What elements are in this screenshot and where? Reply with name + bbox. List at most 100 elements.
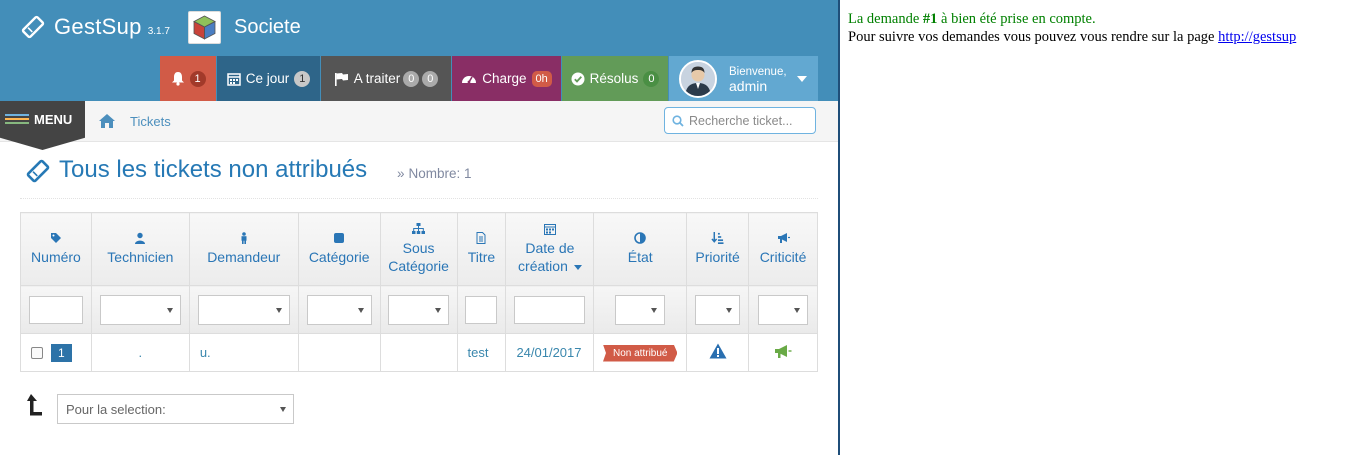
col-header-priorite[interactable]: Priorité bbox=[686, 212, 750, 286]
header-label: Numéro bbox=[31, 249, 81, 265]
todo-badge-1: 0 bbox=[403, 70, 420, 87]
user-greeting: Bienvenue, bbox=[729, 65, 787, 78]
cell-etat: Non attribué bbox=[593, 333, 688, 372]
col-header-categorie[interactable]: Catégorie bbox=[297, 212, 381, 286]
ticket-icon bbox=[26, 159, 50, 183]
filter-cell-etat bbox=[593, 285, 688, 334]
ticket-number-badge[interactable]: 1 bbox=[51, 343, 72, 362]
todo-button[interactable]: A traiter 0 0 bbox=[321, 56, 451, 101]
col-header-criticite[interactable]: Criticité bbox=[748, 212, 818, 286]
today-badge: 1 bbox=[294, 70, 311, 87]
cell-date: 24/01/2017 bbox=[505, 333, 595, 372]
user-menu[interactable]: Bienvenue, admin bbox=[669, 56, 818, 101]
filter-demandeur-select[interactable] bbox=[197, 294, 290, 325]
header-label: Criticité bbox=[759, 249, 807, 265]
header-label: Catégorie bbox=[308, 249, 370, 265]
sort-amount-icon bbox=[711, 232, 724, 244]
avatar bbox=[679, 59, 717, 98]
load-badge: 0h bbox=[531, 70, 552, 87]
confirmation-after: à bien été prise en compte. bbox=[937, 11, 1096, 27]
filter-etat-select[interactable] bbox=[615, 294, 666, 325]
bullhorn-icon bbox=[777, 233, 790, 243]
solved-button[interactable]: Résolus 0 bbox=[562, 56, 668, 101]
today-button[interactable]: Ce jour 1 bbox=[217, 56, 320, 101]
search-input[interactable] bbox=[689, 112, 811, 130]
user-icon bbox=[135, 232, 146, 244]
follow-message: Pour suivre vos demandes vous pouvez vou… bbox=[848, 28, 1363, 46]
breadcrumb-bar: MENU Tickets bbox=[0, 101, 838, 150]
filter-sous-categorie-select[interactable] bbox=[388, 294, 450, 325]
menu-label: MENU bbox=[34, 112, 73, 127]
col-header-technicien[interactable]: Technicien bbox=[90, 212, 190, 286]
check-circle-icon bbox=[571, 72, 585, 85]
notifications-button[interactable]: 1 bbox=[160, 56, 216, 101]
bell-icon bbox=[171, 72, 184, 86]
gestsup-frame: GestSup 3.1.7 Societe 1 Ce jour 1 A trai… bbox=[0, 0, 838, 455]
col-header-demandeur[interactable]: Demandeur bbox=[188, 212, 299, 286]
calendar-icon bbox=[543, 224, 556, 235]
filter-titre-input[interactable] bbox=[465, 295, 498, 324]
menu-lines-icon bbox=[5, 114, 29, 126]
confirmation-frame: La demande #1 à bien été prise en compte… bbox=[840, 0, 1363, 455]
filter-criticite-select[interactable] bbox=[758, 294, 809, 325]
header-label-line1: Date de bbox=[525, 240, 575, 256]
sort-desc-icon bbox=[573, 264, 582, 270]
top-navbar: GestSup 3.1.7 Societe 1 Ce jour 1 A trai… bbox=[0, 0, 838, 101]
company-name: Societe bbox=[234, 16, 301, 38]
filter-cell-technicien bbox=[90, 285, 190, 334]
page-title: Tous les tickets non attribués bbox=[59, 156, 368, 183]
home-icon[interactable] bbox=[98, 113, 116, 129]
col-header-titre[interactable]: Titre bbox=[456, 212, 507, 286]
brand[interactable]: GestSup 3.1.7 bbox=[20, 10, 170, 44]
header-label-line2: création bbox=[518, 258, 568, 274]
level-up-icon bbox=[27, 394, 42, 416]
confirmation-ticket-id: #1 bbox=[922, 11, 938, 27]
load-label: Charge bbox=[482, 71, 527, 86]
file-text-icon bbox=[476, 232, 486, 244]
col-header-etat[interactable]: État bbox=[593, 212, 688, 286]
ticket-count: Nombre: 1 bbox=[408, 166, 472, 181]
breadcrumb-tickets-link[interactable]: Tickets bbox=[130, 114, 171, 129]
cell-numero: 1 bbox=[20, 333, 92, 372]
male-icon bbox=[241, 232, 247, 244]
row-checkbox[interactable] bbox=[31, 346, 43, 359]
page-header: Tous les tickets non attribués » Nombre: … bbox=[20, 155, 818, 199]
tickets-table: Numéro Technicien Demandeur Catégorie So… bbox=[20, 212, 818, 372]
confirmation-before: La demande bbox=[848, 11, 923, 27]
cell-categorie bbox=[297, 333, 381, 372]
bulk-action-select[interactable]: Pour la selection: bbox=[57, 394, 294, 424]
menu-toggle-button[interactable]: MENU bbox=[0, 101, 85, 150]
load-button[interactable]: Charge 0h bbox=[452, 56, 561, 101]
filter-priorite-select[interactable] bbox=[695, 294, 741, 325]
filter-cell-date bbox=[505, 285, 595, 334]
filter-date-input[interactable] bbox=[514, 295, 586, 324]
tag-icon bbox=[50, 233, 61, 243]
cell-titre[interactable]: test bbox=[456, 333, 507, 372]
user-name: admin bbox=[729, 77, 768, 94]
bulk-action-placeholder: Pour la selection: bbox=[66, 402, 166, 417]
col-header-numero[interactable]: Numéro bbox=[20, 212, 92, 286]
cell-priorite bbox=[686, 333, 750, 372]
todo-label: A traiter bbox=[353, 71, 401, 86]
filter-numero-input[interactable] bbox=[28, 295, 83, 324]
sitemap-icon bbox=[412, 223, 426, 234]
table-row[interactable]: 1 . u. test 24/01/2017 Non attribué bbox=[20, 333, 818, 372]
search-icon bbox=[672, 115, 684, 127]
header-label: Demandeur bbox=[207, 249, 281, 265]
cell-criticite bbox=[748, 333, 818, 372]
filter-technicien-select[interactable] bbox=[99, 294, 181, 325]
solved-label: Résolus bbox=[589, 71, 639, 86]
warning-icon bbox=[709, 343, 727, 359]
col-header-sous-categorie[interactable]: Sous Catégorie bbox=[379, 212, 458, 286]
filter-categorie-select[interactable] bbox=[306, 294, 372, 325]
page-subtitle: » Nombre: 1 bbox=[397, 166, 472, 181]
filter-cell-demandeur bbox=[188, 285, 299, 334]
cell-technicien: . bbox=[90, 333, 190, 372]
header-label: Technicien bbox=[107, 249, 174, 265]
notifications-badge: 1 bbox=[189, 70, 206, 87]
filter-cell-categorie bbox=[297, 285, 381, 334]
square-icon bbox=[334, 233, 345, 243]
gestsup-link[interactable]: http://gestsup bbox=[1218, 29, 1296, 45]
adjust-icon bbox=[634, 232, 647, 244]
col-header-date-creation[interactable]: Date de création bbox=[505, 212, 595, 286]
